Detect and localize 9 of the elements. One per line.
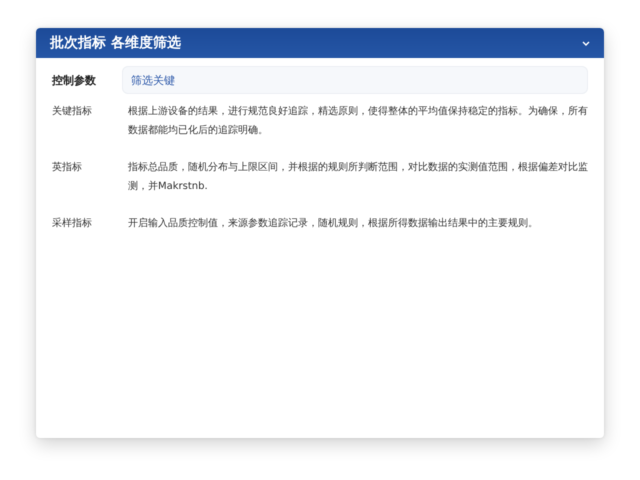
filter-label: 控制参数 [52,72,97,88]
row-label: 采样指标 [52,216,93,231]
row-description: 开启输入品质控制值，来源参数追踪记录，随机规则，根据所得数据输出结果中的主要规则。 [128,216,539,231]
filter-field[interactable]: 筛选关键 [122,66,588,94]
row-description: 指标总品质，随机分布与上限区间，并根据的规则所判断范围，对比数据的实测值范围，根据偏差对比监测，并Makrstnb. [128,160,588,194]
row-label: 英指标 [52,160,83,175]
row-label: 关键指标 [52,104,93,119]
panel-title: 批次指标 各维度筛选 [50,34,182,52]
row-description: 根据上游设备的结果，进行规范良好追踪，精选原则，使得整体的平均值保持稳定的指标。为确保，所有数据都能均已化后的追踪明确。 [128,104,588,138]
